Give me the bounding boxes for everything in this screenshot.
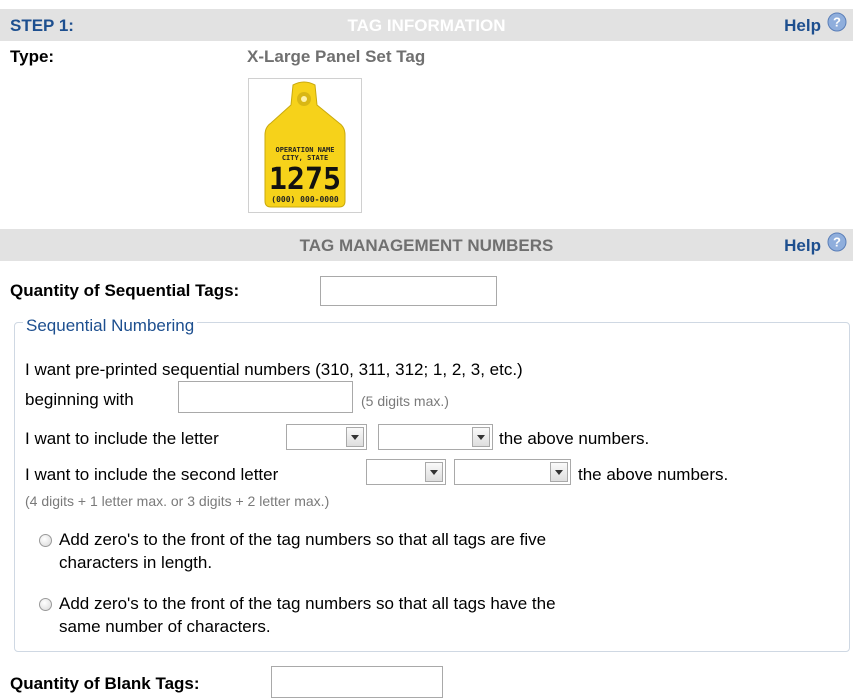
- tag-line-2: CITY, STATE: [282, 154, 328, 162]
- help-link[interactable]: Help: [784, 16, 821, 36]
- beginning-label: beginning with: [25, 390, 134, 409]
- tag-number: 1275: [269, 162, 341, 197]
- tag-information-title: TAG INFORMATION: [347, 16, 506, 35]
- tag-image: OPERATION NAME CITY, STATE 1275 (000) 00…: [248, 78, 362, 213]
- management-header-bar: TAG MANAGEMENT NUMBERS Help ?: [0, 229, 853, 261]
- tag-line-1: OPERATION NAME: [275, 146, 334, 154]
- sequential-numbering-legend: Sequential Numbering: [23, 316, 198, 336]
- quantity-sequential-label: Quantity of Sequential Tags:: [10, 281, 240, 300]
- second-letter-label: I want to include the second letter: [25, 465, 279, 484]
- quantity-blank-input[interactable]: [271, 666, 443, 698]
- letter-select[interactable]: [286, 424, 367, 450]
- management-title: TAG MANAGEMENT NUMBERS: [299, 236, 554, 255]
- svg-text:?: ?: [833, 15, 841, 30]
- pad-same-length-radio[interactable]: [39, 598, 52, 611]
- chevron-down-icon[interactable]: [425, 462, 443, 482]
- step-header-bar: STEP 1: TAG INFORMATION Help ?: [0, 9, 853, 41]
- type-value: X-Large Panel Set Tag: [247, 47, 426, 66]
- svg-text:?: ?: [833, 235, 841, 250]
- chevron-down-icon[interactable]: [550, 462, 568, 482]
- pad-five-characters-radio[interactable]: [39, 534, 52, 547]
- beginning-hint: (5 digits max.): [361, 393, 449, 409]
- sequential-description: I want pre-printed sequential numbers (3…: [25, 360, 523, 379]
- pad-five-option-line1: Add zero's to the front of the tag numbe…: [59, 530, 547, 549]
- quantity-blank-label: Quantity of Blank Tags:: [10, 674, 200, 693]
- letter-position-select[interactable]: [378, 424, 493, 450]
- letter-suffix: the above numbers.: [499, 429, 650, 448]
- tag-illustration: OPERATION NAME CITY, STATE 1275 (000) 00…: [264, 81, 346, 208]
- second-letter-select[interactable]: [366, 459, 446, 485]
- limit-hint: (4 digits + 1 letter max. or 3 digits + …: [25, 493, 330, 509]
- beginning-number-input[interactable]: [178, 381, 353, 413]
- second-letter-position-select[interactable]: [454, 459, 571, 485]
- chevron-down-icon[interactable]: [472, 427, 490, 447]
- tag-phone: (000) 000-0000: [271, 195, 339, 204]
- letter-label: I want to include the letter: [25, 429, 219, 448]
- pad-five-option-line2: characters in length.: [59, 553, 213, 572]
- help-link-management[interactable]: Help: [784, 236, 821, 256]
- pad-same-option-line2: same number of characters.: [59, 617, 271, 636]
- quantity-sequential-input[interactable]: [320, 276, 497, 306]
- chevron-down-icon[interactable]: [346, 427, 364, 447]
- help-icon[interactable]: ?: [827, 12, 847, 32]
- type-label: Type:: [10, 47, 55, 66]
- help-icon[interactable]: ?: [827, 232, 847, 252]
- second-letter-suffix: the above numbers.: [578, 465, 729, 484]
- pad-same-option-line1: Add zero's to the front of the tag numbe…: [59, 594, 556, 613]
